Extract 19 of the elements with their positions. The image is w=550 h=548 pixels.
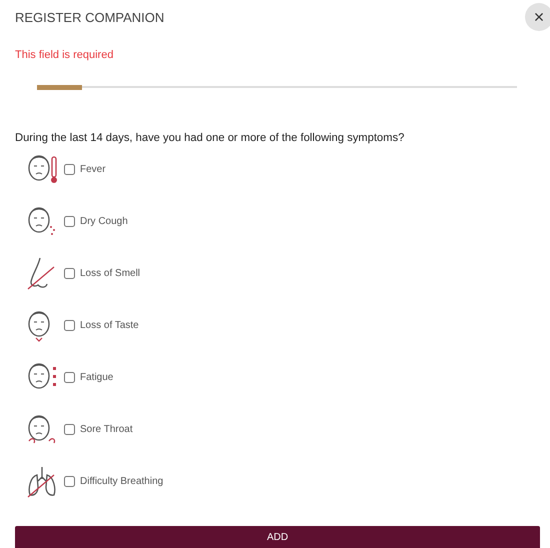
dialog-title: REGISTER COMPANION xyxy=(15,10,164,24)
add-button[interactable]: ADD xyxy=(15,526,540,548)
symptom-checkbox[interactable] xyxy=(64,320,75,330)
error-message: This field is required xyxy=(15,49,114,61)
question-text: During the last 14 days, have you had one or more of the following symptoms? xyxy=(15,132,406,144)
symptom-checkbox[interactable] xyxy=(64,476,75,486)
symptom-label: Dry Cough xyxy=(80,216,128,226)
symptom-checkbox[interactable] xyxy=(64,164,75,174)
close-button[interactable]: × xyxy=(525,2,550,30)
symptom-label: Difficulty Breathing xyxy=(80,476,164,486)
symptom-label: Fatigue xyxy=(80,372,114,382)
symptom-label: Sore Throat xyxy=(80,424,133,434)
symptom-checkbox[interactable] xyxy=(64,216,75,226)
symptom-checkbox[interactable] xyxy=(64,268,75,278)
symptom-label: Fever xyxy=(80,164,106,174)
symptom-checkbox[interactable] xyxy=(64,372,75,382)
symptom-checkbox[interactable] xyxy=(64,424,75,434)
symptom-label: Loss of Smell xyxy=(80,268,140,278)
symptom-label: Loss of Taste xyxy=(80,320,139,330)
